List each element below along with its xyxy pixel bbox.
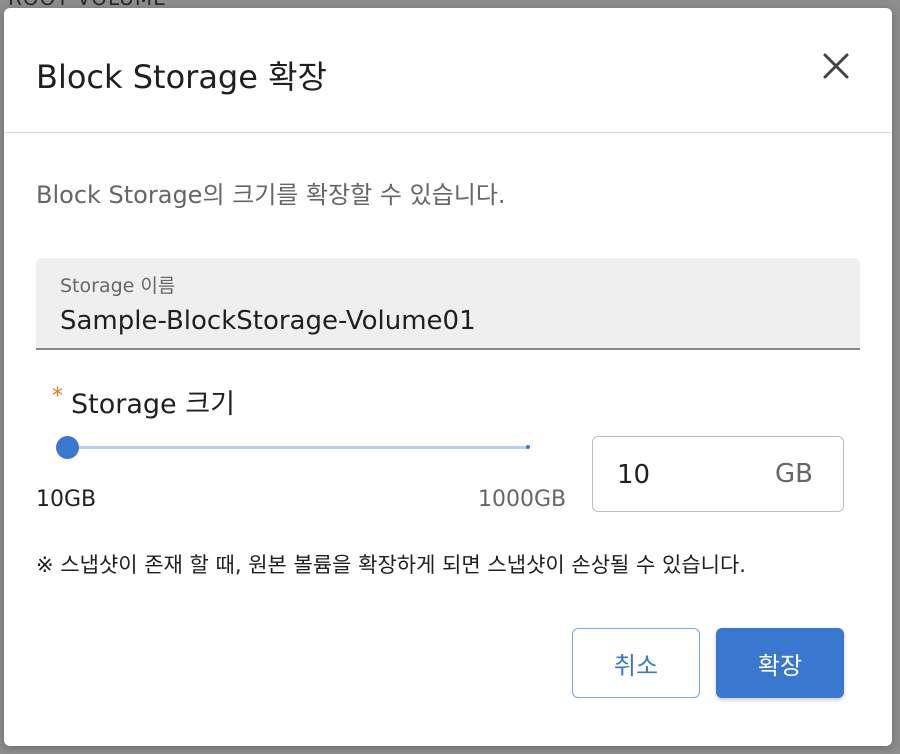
storage-name-field: Storage 이름 Sample-BlockStorage-Volume01 bbox=[36, 258, 860, 350]
expand-storage-dialog: Block Storage 확장 Block Storage의 크기를 확장할 … bbox=[4, 8, 892, 746]
dialog-title: Block Storage 확장 bbox=[36, 58, 327, 96]
storage-size-label: Storage 크기 bbox=[71, 389, 235, 420]
dialog-header: Block Storage 확장 bbox=[4, 8, 892, 133]
close-button[interactable] bbox=[818, 48, 854, 84]
storage-size-input-box: GB bbox=[592, 436, 844, 512]
storage-size-input[interactable] bbox=[617, 455, 757, 495]
expand-button[interactable]: 확장 bbox=[716, 628, 844, 698]
slider-max-label: 1000GB bbox=[478, 487, 567, 512]
storage-name-value: Sample-BlockStorage-Volume01 bbox=[60, 306, 476, 336]
cancel-button[interactable]: 취소 bbox=[572, 628, 700, 698]
storage-size-slider[interactable] bbox=[54, 432, 530, 462]
storage-size-label-row: * Storage 크기 bbox=[52, 382, 235, 421]
required-mark: * bbox=[52, 384, 63, 409]
close-icon bbox=[823, 53, 849, 79]
snapshot-warning-notice: ※ 스냅샷이 존재 할 때, 원본 볼륨을 확장하게 되면 스냅샷이 손상될 수… bbox=[36, 553, 746, 577]
slider-end-marker bbox=[526, 445, 530, 449]
dialog-description: Block Storage의 크기를 확장할 수 있습니다. bbox=[36, 181, 506, 209]
slider-min-label: 10GB bbox=[36, 487, 97, 512]
storage-size-unit: GB bbox=[775, 459, 813, 489]
slider-thumb[interactable] bbox=[56, 436, 79, 459]
slider-track bbox=[66, 446, 528, 449]
storage-name-label: Storage 이름 bbox=[60, 275, 176, 297]
